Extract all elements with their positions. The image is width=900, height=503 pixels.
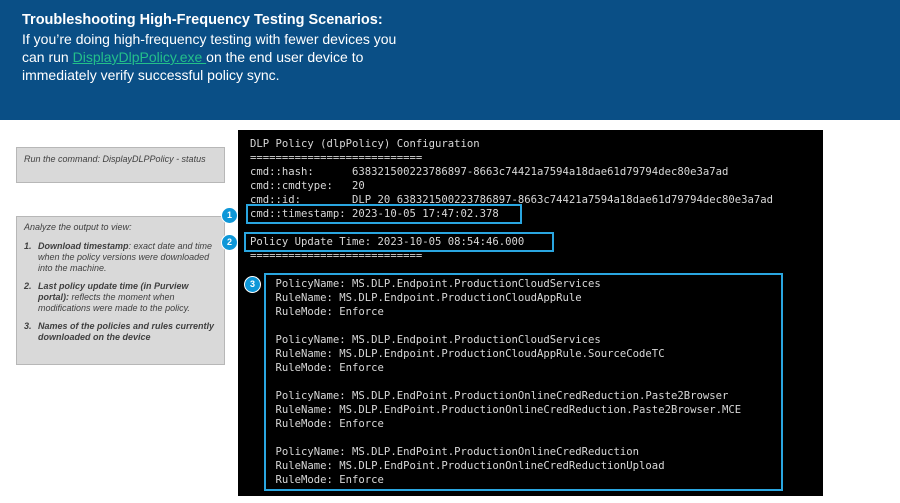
item-number: 2. xyxy=(24,281,32,291)
banner-line-2-suffix: on the end user device to xyxy=(206,49,364,65)
policy-update-highlight-box xyxy=(244,232,554,252)
header-banner: Troubleshooting High-Frequency Testing S… xyxy=(0,0,900,120)
terminal-line: cmd::cmdtype: 20 xyxy=(250,180,365,192)
command-callout: Run the command: DisplayDLPPolicy - stat… xyxy=(16,147,225,183)
item-heading: Download timestamp xyxy=(38,241,129,251)
timestamp-highlight-box xyxy=(246,204,522,224)
display-dlp-policy-link[interactable]: DisplayDlpPolicy.exe xyxy=(73,49,207,65)
terminal-line: cmd::hash: 638321500223786897-8663c74421… xyxy=(250,166,729,178)
callout-badge-1: 1 xyxy=(221,207,238,224)
item-heading: Names of the policies and rules currentl… xyxy=(38,321,215,342)
item-number: 3. xyxy=(24,321,32,331)
analyze-item-download-timestamp: 1. Download timestamp: exact date and tim… xyxy=(24,241,217,274)
banner-line-2-prefix: can run xyxy=(22,49,73,65)
banner-text: Troubleshooting High-Frequency Testing S… xyxy=(22,11,422,84)
callout-badge-3: 3 xyxy=(244,276,261,293)
analyze-list: 1. Download timestamp: exact date and tim… xyxy=(24,241,217,343)
terminal-line: =========================== xyxy=(250,152,423,164)
analyze-callout: Analyze the output to view: 1. Download t… xyxy=(16,216,225,365)
analyze-intro: Analyze the output to view: xyxy=(24,222,132,232)
analyze-item-policy-update-time: 2. Last policy update time (in Purview po… xyxy=(24,281,217,314)
banner-title: Troubleshooting High-Frequency Testing S… xyxy=(22,12,383,28)
banner-line-3: immediately verify successful policy syn… xyxy=(22,67,280,83)
banner-line-2: can run DisplayDlpPolicy.exe on the end … xyxy=(22,48,422,66)
terminal-output: DLP Policy (dlpPolicy) Configuration ===… xyxy=(238,130,823,496)
terminal-line: DLP Policy (dlpPolicy) Configuration xyxy=(250,138,480,150)
banner-line-1: If you’re doing high-frequency testing w… xyxy=(22,31,397,47)
analyze-item-policy-names: 3. Names of the policies and rules curren… xyxy=(24,321,217,343)
item-number: 1. xyxy=(24,241,32,251)
callout-badge-2: 2 xyxy=(221,234,238,251)
policies-highlight-box xyxy=(264,273,783,491)
